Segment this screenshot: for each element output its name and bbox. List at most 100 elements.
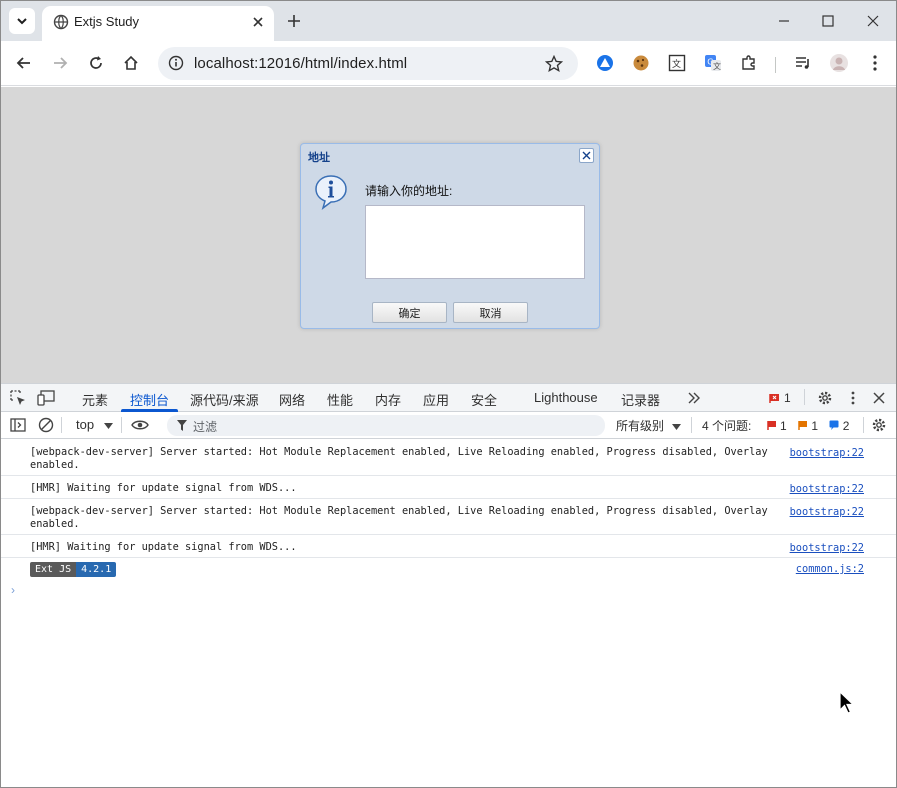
log-source-link[interactable]: common.js:2 (796, 563, 864, 576)
tab-lighthouse[interactable]: Lighthouse (534, 390, 598, 405)
extensions-puzzle-icon[interactable] (735, 49, 763, 77)
more-tabs-icon[interactable] (685, 389, 703, 407)
new-tab-button[interactable] (283, 10, 305, 32)
dropdown-arrow-icon (103, 423, 113, 429)
log-source-link[interactable]: bootstrap:22 (790, 447, 864, 460)
tab-strip: Extjs Study (1, 1, 896, 41)
tab-bar-separator (804, 389, 805, 405)
settings-gear-icon[interactable] (816, 389, 834, 407)
google-translate-icon[interactable]: G文 (699, 49, 727, 77)
prompt-dialog: 地址 请输入你的地址: 确定 取消 (300, 143, 600, 329)
profile-avatar[interactable] (825, 49, 853, 77)
tab-memory[interactable]: 内存 (375, 390, 401, 409)
tab-sources[interactable]: 源代码/来源 (190, 390, 259, 409)
tab-network[interactable]: 网络 (279, 390, 305, 409)
close-icon (867, 15, 879, 27)
globe-icon (53, 14, 69, 30)
extension-triangle-icon[interactable] (591, 49, 619, 77)
info-message-icon (829, 420, 839, 430)
console-output: [webpack-dev-server] Server started: Hot… (1, 440, 896, 603)
devtools-panel: 元素 控制台 源代码/来源 网络 性能 内存 应用 安全 Lighthouse … (1, 383, 896, 787)
tab-search-button[interactable] (9, 8, 35, 34)
translate-image-icon[interactable]: 文 (663, 49, 691, 77)
page-viewport: 地址 请输入你的地址: 确定 取消 (1, 87, 896, 383)
error-flag-icon (769, 393, 779, 403)
tab-performance[interactable]: 性能 (327, 390, 353, 409)
maximize-icon (822, 15, 834, 27)
url-text[interactable]: localhost:12016/html/index.html (194, 55, 407, 72)
home-icon (124, 55, 138, 70)
tab-security[interactable]: 安全 (471, 390, 497, 409)
console-filter-input[interactable]: 过滤 (167, 415, 605, 436)
tab-title: Extjs Study (74, 14, 140, 29)
device-toolbar-icon[interactable] (37, 389, 55, 407)
error-counter[interactable]: 1 (769, 389, 797, 407)
bookmark-star-icon[interactable] (542, 52, 566, 76)
cancel-button[interactable]: 取消 (453, 302, 528, 323)
log-message: [HMR] Waiting for update signal from WDS… (30, 541, 297, 553)
cookie-extension-icon[interactable] (627, 49, 655, 77)
live-expression-eye-icon[interactable] (130, 416, 150, 434)
arrow-right-icon (54, 57, 68, 69)
console-prompt-chevron: › (11, 583, 15, 597)
extjs-badge-version: 4.2.1 (76, 562, 117, 577)
tab-application[interactable]: 应用 (423, 390, 449, 409)
forward-button[interactable] (46, 49, 74, 77)
console-prompt-row[interactable]: › (1, 581, 896, 603)
dialog-close-icon[interactable] (579, 148, 594, 163)
ok-button[interactable]: 确定 (372, 302, 447, 323)
clear-console-icon[interactable] (37, 416, 55, 434)
reload-button[interactable] (82, 49, 110, 77)
filter-placeholder: 过滤 (193, 420, 218, 434)
console-log-entry-extjs: Ext JS 4.2.1 common.js:2 (1, 558, 896, 581)
svg-text:文: 文 (713, 61, 721, 71)
devtools-tab-bar: 元素 控制台 源代码/来源 网络 性能 内存 应用 安全 Lighthouse … (1, 384, 896, 412)
minimize-button[interactable] (770, 7, 798, 35)
log-source-link[interactable]: bootstrap:22 (790, 506, 864, 519)
browser-toolbar: localhost:12016/html/index.html 文 G文 (1, 41, 896, 86)
error-count: 1 (784, 391, 791, 405)
console-log-entry: [HMR] Waiting for update signal from WDS… (1, 535, 896, 558)
console-log-entry: [webpack-dev-server] Server started: Hot… (1, 440, 896, 476)
back-button[interactable] (10, 49, 38, 77)
error-flag-icon (766, 421, 776, 430)
devtools-menu-icon[interactable] (844, 389, 862, 407)
warning-flag-icon (798, 421, 808, 430)
site-info-icon[interactable] (164, 51, 188, 75)
console-log-entry: [HMR] Waiting for update signal from WDS… (1, 476, 896, 499)
browser-menu-icon[interactable] (861, 49, 889, 77)
log-levels-dropdown[interactable]: 所有级别 (616, 417, 682, 434)
address-bar[interactable]: localhost:12016/html/index.html (158, 47, 578, 80)
console-toolbar: top 过滤 所有级别 4 个问题: 1 1 2 (1, 412, 896, 439)
home-button[interactable] (117, 49, 145, 77)
log-source-link[interactable]: bootstrap:22 (790, 483, 864, 496)
console-settings-icon[interactable] (870, 416, 888, 434)
issue-warning-count: 1 (811, 419, 819, 433)
log-message: [webpack-dev-server] Server started: Hot… (30, 505, 768, 530)
tab-elements[interactable]: 元素 (82, 390, 108, 409)
tab-close-icon[interactable] (249, 13, 267, 31)
tab-recorder[interactable]: 记录器 (621, 390, 660, 409)
media-queue-icon[interactable] (789, 49, 817, 77)
toolbar-separator (775, 57, 776, 73)
tab-console[interactable]: 控制台 (130, 390, 169, 409)
address-textarea[interactable] (365, 205, 585, 279)
mouse-cursor-icon (839, 691, 855, 714)
log-source-link[interactable]: bootstrap:22 (790, 542, 864, 555)
context-value: top (76, 417, 95, 432)
dropdown-arrow-icon (672, 424, 682, 430)
browser-tab[interactable]: Extjs Study (42, 6, 274, 41)
close-devtools-icon[interactable] (870, 389, 888, 407)
console-bar-separator-4 (863, 417, 864, 433)
inspect-element-icon[interactable] (9, 389, 27, 407)
dialog-title: 地址 (308, 152, 330, 164)
arrow-left-icon (16, 57, 30, 69)
sidebar-toggle-icon[interactable] (9, 416, 27, 434)
close-window-button[interactable] (859, 7, 887, 35)
maximize-button[interactable] (814, 7, 842, 35)
log-message: [HMR] Waiting for update signal from WDS… (30, 482, 297, 494)
dialog-message: 请输入你的地址: (365, 184, 453, 198)
issues-counter[interactable]: 4 个问题: 1 1 2 (702, 417, 849, 434)
context-select[interactable]: top (68, 417, 113, 432)
issue-error-count: 1 (780, 419, 787, 433)
